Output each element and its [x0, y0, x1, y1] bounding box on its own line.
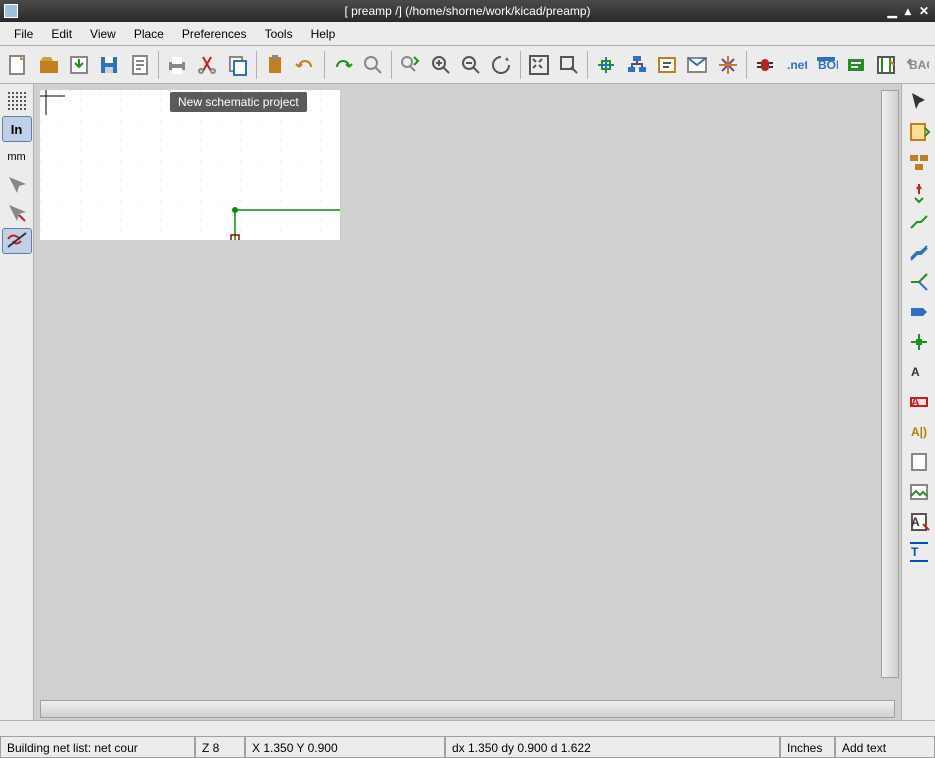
status-dxy: dx 1.350 dy 0.900 d 1.622	[445, 736, 780, 758]
redo[interactable]	[328, 49, 356, 81]
text-annotation[interactable]: A|)	[904, 418, 934, 446]
zoom-out[interactable]	[457, 49, 485, 81]
menu-view[interactable]: View	[82, 25, 124, 43]
minimize-button[interactable]: ▁	[888, 4, 897, 18]
maximize-button[interactable]: ▴	[905, 4, 911, 18]
svg-text:A: A	[911, 365, 920, 379]
svg-text:A|): A|)	[911, 425, 927, 439]
find[interactable]	[359, 49, 387, 81]
units-mm[interactable]: mm	[2, 144, 32, 170]
svg-text:.net: .net	[787, 58, 807, 72]
svg-text:A: A	[911, 395, 920, 409]
titlebar: [ preamp /] (/home/shorne/work/kicad/pre…	[0, 0, 935, 22]
image-icon[interactable]	[904, 478, 934, 506]
bug[interactable]	[751, 49, 779, 81]
bus-icon[interactable]	[904, 238, 934, 266]
grid-icon[interactable]	[2, 88, 32, 114]
window-title: [ preamp /] (/home/shorne/work/kicad/pre…	[344, 4, 590, 18]
cursor-icon[interactable]	[904, 88, 934, 116]
net-label[interactable]	[904, 298, 934, 326]
paste[interactable]	[261, 49, 289, 81]
svg-text:BACK: BACK	[909, 58, 929, 72]
zoom-fit[interactable]	[524, 49, 552, 81]
page-settings[interactable]	[126, 49, 154, 81]
run-cvpcb[interactable]	[842, 49, 870, 81]
delete-icon[interactable]: A	[904, 508, 934, 536]
menu-edit[interactable]: Edit	[43, 25, 80, 43]
net-alias[interactable]: A	[904, 388, 934, 416]
cursor-drag[interactable]	[2, 200, 32, 226]
close-button[interactable]: ✕	[919, 4, 929, 18]
bom[interactable]: BOM	[812, 49, 840, 81]
status-bar: Building net list: net cour Z 8 X 1.350 …	[0, 720, 935, 758]
hierarchy-sheet[interactable]	[904, 118, 934, 146]
status-zoom: Z 8	[195, 736, 245, 758]
new-schematic[interactable]	[4, 49, 32, 81]
right-toolbar: A A A|) A T	[901, 84, 935, 720]
undo[interactable]	[291, 49, 319, 81]
window-controls: ▁ ▴ ✕	[888, 4, 929, 18]
main-area: Inmm	[0, 84, 935, 720]
status-msg: Building net list: net cour	[0, 736, 195, 758]
v-scrollbar[interactable]	[881, 90, 899, 678]
menu-tools[interactable]: Tools	[257, 25, 301, 43]
cursor-units[interactable]	[2, 172, 32, 198]
left-toolbar: Inmm	[0, 84, 34, 720]
app-icon	[4, 4, 18, 18]
wire-bus-entry[interactable]	[904, 268, 934, 296]
text-tool[interactable]: T	[904, 538, 934, 566]
hierarchy-place[interactable]	[904, 148, 934, 176]
menu-place[interactable]: Place	[126, 25, 172, 43]
wire-icon[interactable]	[904, 208, 934, 236]
tooltip: New schematic project	[170, 92, 307, 112]
import[interactable]	[65, 49, 93, 81]
hierarchy[interactable]	[622, 49, 650, 81]
menu-file[interactable]: File	[6, 25, 41, 43]
component[interactable]	[714, 49, 742, 81]
navigate[interactable]	[592, 49, 620, 81]
netlist[interactable]: .net	[781, 49, 809, 81]
run-pcbnew[interactable]	[872, 49, 900, 81]
units-in[interactable]: In	[2, 116, 32, 142]
zoom-region[interactable]	[555, 49, 583, 81]
cut[interactable]	[193, 49, 221, 81]
lib-editor[interactable]	[653, 49, 681, 81]
canvas-wrap: MIC_IN J1 3 2 1	[34, 84, 901, 720]
top-toolbar: .net BOM BACK	[0, 46, 935, 84]
power-port[interactable]	[904, 178, 934, 206]
menubar: FileEditViewPlacePreferencesToolsHelp	[0, 22, 935, 46]
save[interactable]	[95, 49, 123, 81]
open[interactable]	[34, 49, 62, 81]
visibility-icon[interactable]	[2, 228, 32, 254]
back[interactable]: BACK	[903, 49, 931, 81]
svg-text:A: A	[911, 515, 920, 529]
copy[interactable]	[224, 49, 252, 81]
svg-text:T: T	[911, 545, 919, 559]
menu-preferences[interactable]: Preferences	[174, 25, 255, 43]
lib-browser[interactable]	[683, 49, 711, 81]
sheet-icon[interactable]	[904, 448, 934, 476]
status-tool: Add text	[835, 736, 935, 758]
status-units: Inches	[780, 736, 835, 758]
status-xy: X 1.350 Y 0.900	[245, 736, 445, 758]
text-label[interactable]: A	[904, 358, 934, 386]
zoom-refresh[interactable]	[487, 49, 515, 81]
svg-text:BOM: BOM	[818, 58, 838, 72]
menu-help[interactable]: Help	[303, 25, 344, 43]
find-replace[interactable]	[396, 49, 424, 81]
canvas-area[interactable]: MIC_IN J1 3 2 1	[34, 84, 901, 700]
print[interactable]	[163, 49, 191, 81]
junction-icon[interactable]	[904, 328, 934, 356]
zoom-in[interactable]	[426, 49, 454, 81]
schematic-canvas[interactable]: MIC_IN J1 3 2 1	[40, 90, 340, 240]
h-scrollbar[interactable]	[40, 700, 895, 718]
